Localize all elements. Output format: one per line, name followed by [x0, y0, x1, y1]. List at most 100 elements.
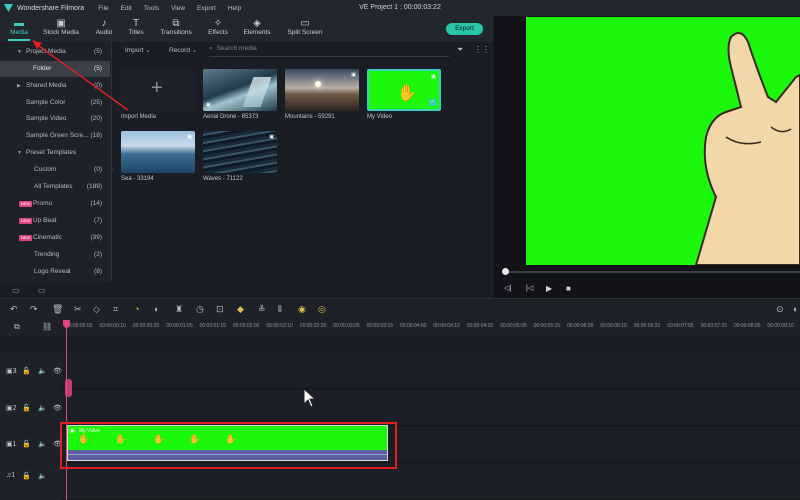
sidebar-item-preset-templates[interactable]: ▼ Preset Templates: [0, 145, 110, 161]
step-back-icon[interactable]: |◁: [526, 284, 533, 292]
tab-stock-media[interactable]: ▣ Stock Media: [42, 18, 80, 36]
grid-view-icon[interactable]: ⋮⋮: [474, 45, 490, 54]
playhead-marker[interactable]: [65, 379, 72, 397]
delete-icon[interactable]: 🗑: [52, 304, 63, 315]
tab-split-screen[interactable]: ▭ Split Screen: [286, 18, 324, 36]
music-track-icon: ♫1: [6, 472, 16, 479]
play-icon[interactable]: ▶: [546, 284, 552, 293]
preview-video[interactable]: [526, 17, 800, 265]
ruler-tick-label: 00:00:06:20: [633, 323, 661, 329]
sidebar-item-promo[interactable]: NEW Promo (14): [0, 196, 110, 212]
undo-icon[interactable]: ↶: [10, 304, 18, 315]
timer-icon[interactable]: ◷: [196, 304, 204, 315]
adjust-icon[interactable]: ≚: [258, 304, 266, 315]
mountains-label: Mountains - 59291: [285, 114, 335, 120]
ruler-tick-label: 00:00:01:05: [166, 323, 193, 329]
sidebar-item-custom[interactable]: Custom (0): [0, 162, 110, 178]
sea-thumbnail[interactable]: ▣: [121, 131, 195, 173]
keyframe-icon[interactable]: ◆: [237, 304, 244, 315]
tab-effects[interactable]: ✧ Effects: [206, 18, 230, 36]
green-screen-icon[interactable]: ◉: [298, 304, 306, 315]
ruler-ticks: 00:00:00:00 00:00:00:10 00:00:00:20 00:00:0…: [66, 323, 800, 333]
video-track-icon: ▣2: [6, 405, 17, 412]
tab-audio[interactable]: ♪ Audio: [94, 18, 114, 36]
lock-icon[interactable]: 🔓: [22, 472, 31, 480]
tab-titles[interactable]: T Titles: [126, 18, 146, 36]
menu-help[interactable]: Help: [228, 5, 241, 12]
motion-icon[interactable]: ◎: [318, 304, 326, 315]
timeline-toolbar: ↶ ↷ 🗑 ✂ ◇ ⌗ ◔ ◐ ♜ ◷ ⊡ ◆ ≚ ⫴ ◉ ◎ ⊙ ◖: [0, 298, 800, 320]
aerial-drone-thumbnail[interactable]: ▣: [203, 69, 277, 111]
ruler-tick-label: 00:00:08:10: [767, 323, 794, 329]
add-track-icon[interactable]: ⧉: [14, 322, 20, 332]
audio-mixer-icon[interactable]: ♜: [175, 304, 183, 315]
tab-elements[interactable]: ◈ Elements: [242, 18, 272, 36]
timeline-ruler[interactable]: ⧉ ⛓ 00:00:00:00 00:00:00:10 00:00:00:20 00:…: [0, 320, 800, 336]
stop-icon[interactable]: ■: [566, 284, 571, 293]
cut-icon[interactable]: ✂: [74, 304, 82, 315]
audio-icon[interactable]: 🔈: [38, 367, 47, 375]
sidebar-item-up-beat[interactable]: NEW Up Beat (7): [0, 213, 110, 229]
split-screen-icon: ▭: [300, 18, 310, 29]
track-audio-1[interactable]: [62, 464, 800, 500]
audio-icon[interactable]: 🔈: [38, 472, 47, 480]
eye-icon[interactable]: 👁: [53, 367, 62, 375]
track-header-video-3: ▣3 🔓 🔈 👁: [0, 353, 62, 389]
tab-media[interactable]: ▬ Media: [8, 18, 30, 41]
record-dropdown[interactable]: Record ⌄: [169, 46, 197, 54]
stabilize-icon[interactable]: ⊡: [216, 304, 224, 315]
folder-icon[interactable]: ▭: [38, 286, 46, 295]
color-icon[interactable]: ◐: [154, 304, 159, 314]
my-video-label: My Video: [367, 114, 392, 120]
menu-file[interactable]: File: [98, 5, 108, 12]
sidebar-item-trending[interactable]: Trending (2): [0, 247, 110, 263]
ruler-tick-label: 00:00:02:00: [233, 323, 260, 329]
link-icon[interactable]: ⛓: [42, 322, 52, 331]
previous-frame-icon[interactable]: ◁|: [504, 284, 511, 292]
new-badge: NEW: [19, 235, 32, 241]
sidebar-item-all-templates[interactable]: All Templates (189): [0, 179, 110, 195]
eye-icon[interactable]: 👁: [53, 404, 62, 412]
chevron-down-icon: ▼: [17, 49, 22, 55]
sidebar-item-sample-green-screen[interactable]: Sample Green Scre... (18): [0, 128, 110, 144]
video-type-icon: ▣: [431, 74, 436, 80]
audio-icon[interactable]: 🔈: [38, 440, 47, 448]
lock-icon[interactable]: 🔓: [22, 440, 31, 448]
mountains-thumbnail[interactable]: ▣: [285, 69, 359, 111]
new-folder-icon[interactable]: ▭: [12, 286, 20, 295]
playhead-line[interactable]: [66, 322, 67, 500]
track-header-video-1: ▣1 🔓 🔈 👁: [0, 427, 62, 463]
track-header-video-2: ▣2 🔓 🔈 👁: [0, 390, 62, 426]
folder-icon: ▬: [14, 18, 24, 29]
preview-scrubber[interactable]: [504, 271, 800, 273]
menu-edit[interactable]: Edit: [121, 5, 132, 12]
tab-transitions[interactable]: ⧉ Transitions: [160, 18, 192, 36]
ruler-tick-label: 00:00:02:10: [266, 323, 293, 329]
split-audio-icon[interactable]: ⫴: [278, 304, 282, 315]
export-button[interactable]: Export: [446, 23, 483, 35]
render-icon[interactable]: ⊙: [776, 304, 784, 315]
lock-icon[interactable]: 🔓: [22, 367, 31, 375]
menu-export[interactable]: Export: [197, 5, 216, 12]
ruler-tick-label: 00:00:06:10: [600, 323, 627, 329]
redo-icon[interactable]: ↷: [30, 304, 38, 315]
sidebar-item-logo-reveal[interactable]: Logo Reveal (8): [0, 264, 110, 280]
menu-tools[interactable]: Tools: [144, 5, 159, 12]
track-video-3[interactable]: [62, 353, 800, 389]
waves-thumbnail[interactable]: ▣: [203, 131, 277, 173]
scrubber-handle[interactable]: [502, 268, 509, 275]
tag-icon[interactable]: ◇: [93, 304, 100, 315]
my-video-thumbnail[interactable]: ✋ ▣ ✓: [367, 69, 441, 111]
audio-icon[interactable]: 🔈: [38, 404, 47, 412]
track-video-2[interactable]: [62, 390, 800, 426]
crop-icon[interactable]: ⌗: [113, 304, 118, 315]
filter-icon[interactable]: ⏷: [457, 45, 463, 55]
sea-label: Sea - 33194: [121, 176, 154, 182]
media-library-panel: Import ⌄ Record ⌄ ⌕ Search media ⏷ ⋮⋮ + I…: [113, 42, 493, 282]
menu-view[interactable]: View: [171, 5, 185, 12]
speed-icon[interactable]: ◔: [134, 304, 139, 314]
sidebar-item-cinematic[interactable]: NEW Cinematic (39): [0, 230, 110, 246]
marker-icon[interactable]: ◖: [792, 304, 797, 314]
search-input[interactable]: ⌕ Search media: [209, 45, 449, 57]
lock-icon[interactable]: 🔓: [22, 404, 31, 412]
